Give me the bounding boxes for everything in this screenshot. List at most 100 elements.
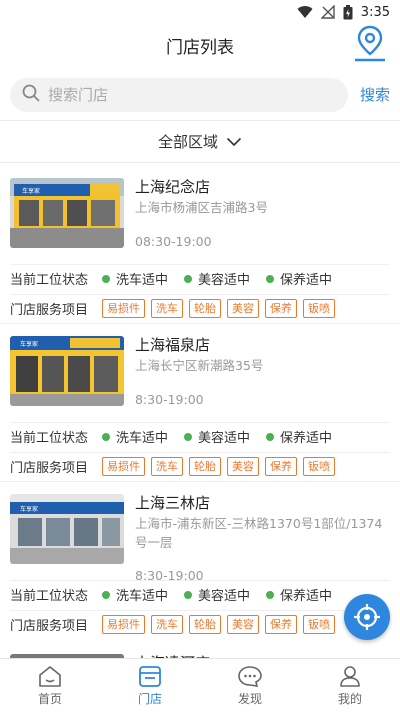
store-name: 上海纪念店 <box>135 178 211 196</box>
chevron-down-icon <box>226 133 242 151</box>
station-status-row: 当前工位状态 洗车适中 美容适中 保养适中 <box>10 264 390 292</box>
store-icon <box>139 666 161 687</box>
nav-label: 我的 <box>337 692 362 706</box>
service-tag: 轮胎 <box>189 457 221 476</box>
status-text: 保养适中 <box>280 273 333 288</box>
crosshair-icon <box>354 604 380 630</box>
nav-item-discover[interactable]: 发现 <box>200 659 300 712</box>
status-item: 美容适中 <box>184 585 250 604</box>
service-tag: 钣喷 <box>303 299 335 318</box>
status-item: 保养适中 <box>266 269 332 288</box>
status-text: 洗车适中 <box>116 431 169 446</box>
service-tag: 轮胎 <box>189 299 221 318</box>
status-dot-icon <box>184 590 193 599</box>
status-item: 洗车适中 <box>102 269 168 288</box>
map-location-button[interactable] <box>350 22 390 64</box>
service-tag: 保养 <box>265 457 297 476</box>
service-tag: 钣喷 <box>303 457 335 476</box>
region-filter-label: 全部区域 <box>157 133 218 151</box>
status-item: 洗车适中 <box>102 427 168 446</box>
service-tag: 轮胎 <box>189 615 221 634</box>
nav-label: 首页 <box>37 692 62 706</box>
status-item: 美容适中 <box>184 427 250 446</box>
service-tag: 保养 <box>265 299 297 318</box>
store-address: 上海市-浦东新区-三林路1370号1部位/1374号一层 <box>135 516 383 550</box>
status-text: 保养适中 <box>280 431 333 446</box>
discover-icon <box>238 666 262 687</box>
store-address: 上海市杨浦区吉浦路3号 <box>135 200 268 215</box>
service-tag: 易损件 <box>102 299 145 318</box>
user-icon <box>340 666 360 687</box>
status-row-label: 当前工位状态 <box>10 431 89 446</box>
battery-icon <box>343 4 353 20</box>
services-row-label: 门店服务项目 <box>10 619 89 634</box>
service-tag: 洗车 <box>151 615 183 634</box>
status-text: 美容适中 <box>198 589 251 604</box>
map-pin-icon <box>355 25 385 62</box>
page-title: 门店列表 <box>166 37 234 58</box>
nav-label: 门店 <box>137 692 162 706</box>
search-row: 搜索 <box>0 76 400 114</box>
search-box <box>10 78 348 112</box>
status-dot-icon <box>266 274 275 283</box>
status-item: 洗车适中 <box>102 585 168 604</box>
status-dot-icon <box>184 432 193 441</box>
bottom-nav: 首页 门店 发现 我的 <box>0 658 400 712</box>
status-text: 洗车适中 <box>116 589 169 604</box>
locate-button[interactable] <box>344 594 390 640</box>
no-signal-icon <box>320 5 335 19</box>
station-status-row: 当前工位状态 洗车适中 美容适中 保养适中 <box>10 580 390 608</box>
status-dot-icon <box>102 590 110 599</box>
svg-text:车享家: 车享家 <box>22 187 40 195</box>
status-dot-icon <box>266 432 275 441</box>
store-card[interactable]: 上海凌河店 <box>0 640 400 660</box>
region-filter[interactable]: 全部区域 <box>0 121 400 163</box>
search-input[interactable] <box>48 86 308 104</box>
services-row-label: 门店服务项目 <box>10 461 89 476</box>
store-name: 上海福泉店 <box>135 336 211 354</box>
store-card[interactable]: 车享家 上海纪念店 上海市杨浦区吉浦路3号 08:30-19:00 当前工位状态… <box>0 166 400 324</box>
station-status-row: 当前工位状态 洗车适中 美容适中 保养适中 <box>10 422 390 450</box>
store-photo: 车享家 <box>10 336 124 406</box>
store-hours: 8:30-19:00 <box>135 392 204 407</box>
service-tag: 保养 <box>265 615 297 634</box>
store-address: 上海长宁区新潮路35号 <box>135 358 264 373</box>
services-row: 门店服务项目 易损件 洗车 轮胎 美容 保养 钣喷 <box>10 452 390 480</box>
store-photo: 车享家 <box>10 494 124 564</box>
status-bar: 3:35 <box>0 0 400 24</box>
nav-item-store[interactable]: 门店 <box>100 659 200 712</box>
status-text: 美容适中 <box>198 431 251 446</box>
nav-label: 发现 <box>237 692 262 706</box>
status-dot-icon <box>102 274 110 283</box>
service-tag: 洗车 <box>151 299 183 318</box>
service-tag: 钣喷 <box>303 615 335 634</box>
status-row-label: 当前工位状态 <box>10 589 89 604</box>
status-text: 美容适中 <box>198 273 251 288</box>
store-card[interactable]: 车享家 上海福泉店 上海长宁区新潮路35号 8:30-19:00 当前工位状态 … <box>0 324 400 482</box>
store-name: 上海三林店 <box>135 494 211 512</box>
services-row-label: 门店服务项目 <box>10 303 89 318</box>
nav-item-home[interactable]: 首页 <box>0 659 100 712</box>
service-tag: 易损件 <box>102 615 145 634</box>
store-photo: 车享家 <box>10 178 124 248</box>
store-card[interactable]: 车享家 上海三林店 上海市-浦东新区-三林路1370号1部位/1374号一层 8… <box>0 482 400 640</box>
wifi-icon <box>297 5 313 19</box>
status-dot-icon <box>184 274 193 283</box>
status-time: 3:35 <box>360 4 390 20</box>
title-bar: 门店列表 <box>0 24 400 66</box>
status-item: 保养适中 <box>266 585 332 604</box>
svg-text:车享家: 车享家 <box>20 505 38 513</box>
services-row: 门店服务项目 易损件 洗车 轮胎 美容 保养 钣喷 <box>10 294 390 322</box>
status-item: 美容适中 <box>184 269 250 288</box>
nav-item-profile[interactable]: 我的 <box>300 659 400 712</box>
search-icon <box>22 84 40 106</box>
svg-text:车享家: 车享家 <box>20 340 38 348</box>
search-button[interactable]: 搜索 <box>360 84 390 105</box>
store-hours: 08:30-19:00 <box>135 234 212 249</box>
status-text: 洗车适中 <box>116 273 169 288</box>
status-text: 保养适中 <box>280 589 333 604</box>
service-tag: 易损件 <box>102 457 145 476</box>
status-dot-icon <box>266 590 275 599</box>
home-icon <box>39 666 61 687</box>
services-row: 门店服务项目 易损件 洗车 轮胎 美容 保养 钣喷 <box>10 610 390 638</box>
